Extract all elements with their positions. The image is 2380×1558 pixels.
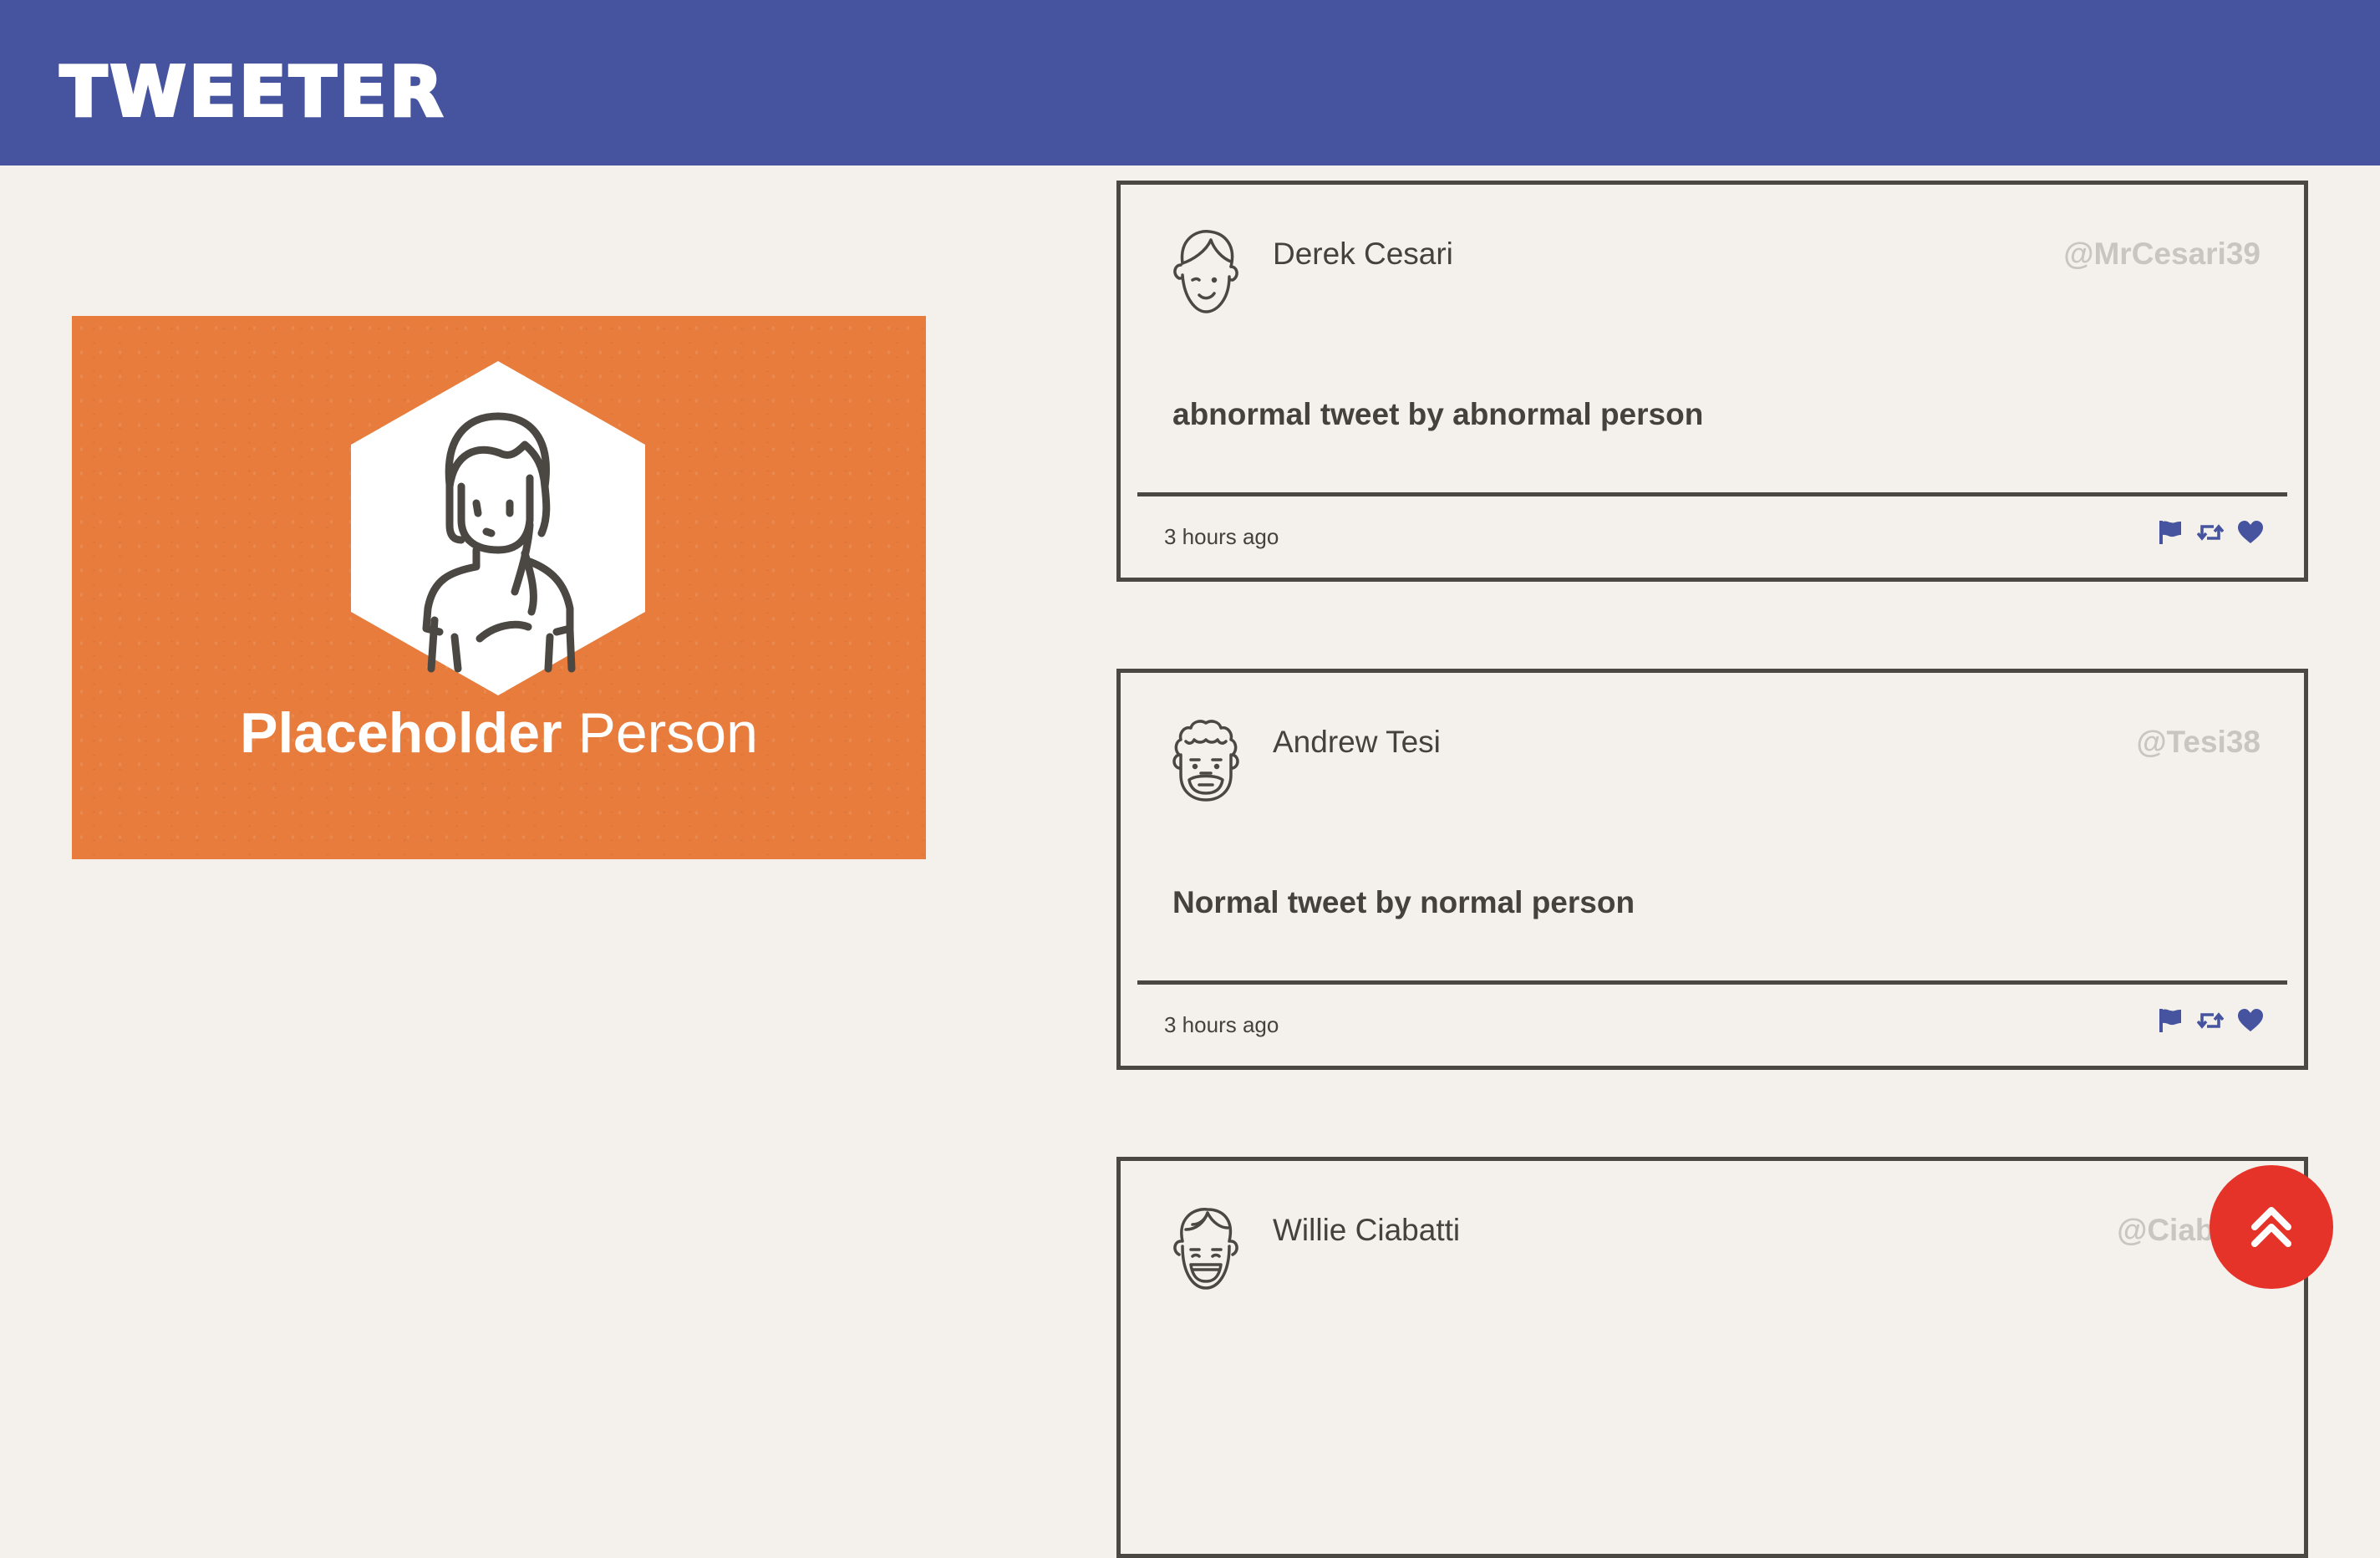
tweet-author-handle[interactable]: @MrCesari39 <box>2063 238 2260 269</box>
tweet-timestamp: 3 hours ago <box>1164 1012 1279 1037</box>
tweet-author-handle[interactable]: @Tesi38 <box>2136 726 2260 757</box>
tweet-divider <box>1137 492 2287 496</box>
heart-icon[interactable] <box>2237 519 2264 546</box>
tweet-text: Normal tweet by normal person <box>1172 885 1635 919</box>
app-logo[interactable]: TWEETER <box>58 57 446 129</box>
retweet-icon[interactable] <box>2197 1007 2224 1034</box>
tweet-author-name[interactable]: Derek Cesari <box>1273 238 1453 269</box>
flag-icon[interactable] <box>2157 519 2184 546</box>
tweet-timestamp: 3 hours ago <box>1164 524 1279 549</box>
profile-card: Placeholder Person <box>72 316 926 859</box>
flag-icon[interactable] <box>2157 1007 2184 1034</box>
tweet-actions <box>2157 1007 2264 1034</box>
tweet-author-name[interactable]: Andrew Tesi <box>1273 726 1441 757</box>
winking-man-avatar-icon <box>1173 230 1238 313</box>
retweet-icon[interactable] <box>2197 519 2224 546</box>
tweet-text: abnormal tweet by abnormal person <box>1172 397 1704 431</box>
tweet-author-name[interactable]: Willie Ciabatti <box>1273 1214 1460 1245</box>
profile-last-name: Person <box>577 701 758 765</box>
woman-avatar-icon <box>351 361 645 695</box>
app-header: TWEETER <box>0 0 2380 165</box>
scroll-to-top-button[interactable] <box>2210 1165 2333 1289</box>
tweet-divider <box>1137 980 2287 985</box>
heart-icon[interactable] <box>2237 1007 2264 1034</box>
curly-hair-man-avatar-icon <box>1172 720 1239 802</box>
laughing-man-avatar-icon <box>1173 1208 1238 1290</box>
tweet-card[interactable]: Derek Cesari @MrCesari39 abnormal tweet … <box>1116 181 2308 582</box>
profile-name: Placeholder Person <box>72 705 926 761</box>
profile-first-name: Placeholder <box>240 701 562 765</box>
double-chevron-up-icon <box>2251 1207 2291 1247</box>
tweet-card[interactable]: Andrew Tesi @Tesi38 Normal tweet by norm… <box>1116 669 2308 1070</box>
tweet-card[interactable]: Willie Ciabatti @Ciabatti <box>1116 1157 2308 1558</box>
tweet-actions <box>2157 519 2264 546</box>
